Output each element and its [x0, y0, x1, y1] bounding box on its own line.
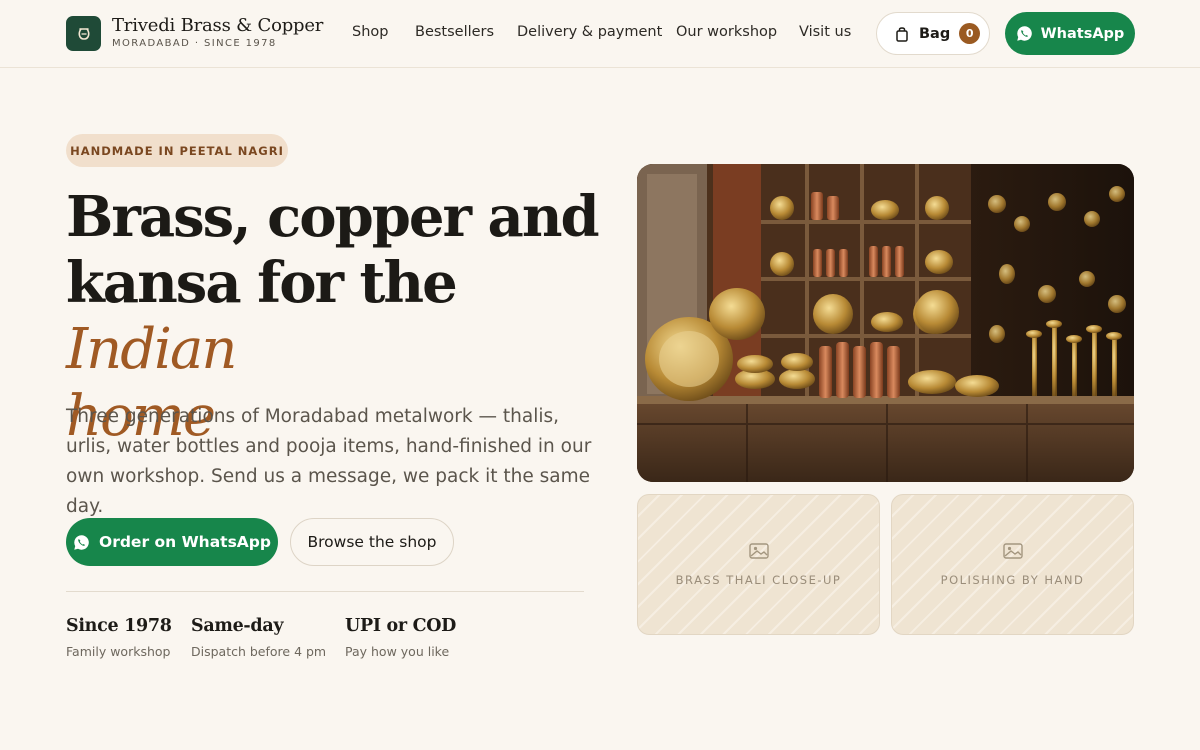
stat-subtitle: Dispatch before 4 pm: [191, 644, 327, 659]
stat-title: Since 1978: [66, 616, 172, 636]
shop-interior-photo: [637, 164, 1134, 482]
whatsapp-icon: [1016, 26, 1032, 41]
placeholder-polishing: POLISHING BY HAND: [891, 494, 1134, 635]
hero-title-line1: Brass, copper and: [66, 184, 600, 250]
stat-subtitle: Pay how you like: [345, 644, 450, 659]
whatsapp-header-label: WhatsApp: [1040, 25, 1125, 42]
stat-title: Same-day: [191, 616, 284, 636]
image-icon: [1002, 542, 1023, 559]
bag-count-badge: 0: [959, 23, 981, 44]
placeholder-label: BRASS THALI CLOSE-UP: [675, 572, 842, 587]
bag-button[interactable]: Bag 0: [876, 12, 990, 55]
stat-since: Since 1978 Family workshop: [66, 616, 172, 659]
stat-subtitle: Family workshop: [66, 644, 171, 659]
whatsapp-header-button[interactable]: WhatsApp: [1005, 12, 1135, 55]
placeholder-label: POLISHING BY HAND: [940, 572, 1085, 587]
brand-tagline: MORADABAD · SINCE 1978: [112, 38, 277, 49]
stat-dispatch: Same-day Dispatch before 4 pm: [191, 616, 326, 659]
placeholder-brass-thali: BRASS THALI CLOSE-UP: [637, 494, 880, 635]
stat-payment: UPI or COD Pay how you like: [345, 616, 456, 659]
hero-description: Three generations of Moradabad metalwork…: [66, 406, 592, 517]
site-header: Trivedi Brass & Copper MORADABAD · SINCE…: [0, 0, 1200, 68]
image-icon: [748, 542, 769, 559]
shopping-bag-icon: [896, 26, 908, 42]
browse-shop-button[interactable]: Browse the shop: [290, 518, 454, 566]
order-on-whatsapp-label: Order on WhatsApp: [99, 533, 271, 551]
pot-icon: [78, 27, 89, 40]
nav-delivery-payment[interactable]: Delivery & payment: [517, 24, 662, 40]
hero-title-accent-indian: Indian: [66, 317, 237, 382]
logo-mark[interactable]: [66, 16, 101, 51]
hero-divider: [66, 591, 584, 592]
brass-shop-illustration: [637, 164, 1134, 482]
nav-our-workshop[interactable]: Our workshop: [676, 24, 777, 40]
hero-title-line2: kansa for the: [66, 250, 458, 316]
brand-name[interactable]: Trivedi Brass & Copper: [112, 15, 323, 36]
browse-shop-label: Browse the shop: [307, 533, 437, 551]
stat-title: UPI or COD: [345, 616, 457, 636]
order-on-whatsapp-button[interactable]: Order on WhatsApp: [66, 518, 278, 566]
nav-shop[interactable]: Shop: [352, 24, 388, 40]
nav-visit-us[interactable]: Visit us: [799, 24, 851, 40]
hero-eyebrow-badge: HANDMADE IN PEETAL NAGRI: [66, 134, 288, 167]
bag-label: Bag: [919, 25, 951, 42]
nav-bestsellers[interactable]: Bestsellers: [415, 24, 494, 40]
whatsapp-icon: [74, 534, 89, 550]
